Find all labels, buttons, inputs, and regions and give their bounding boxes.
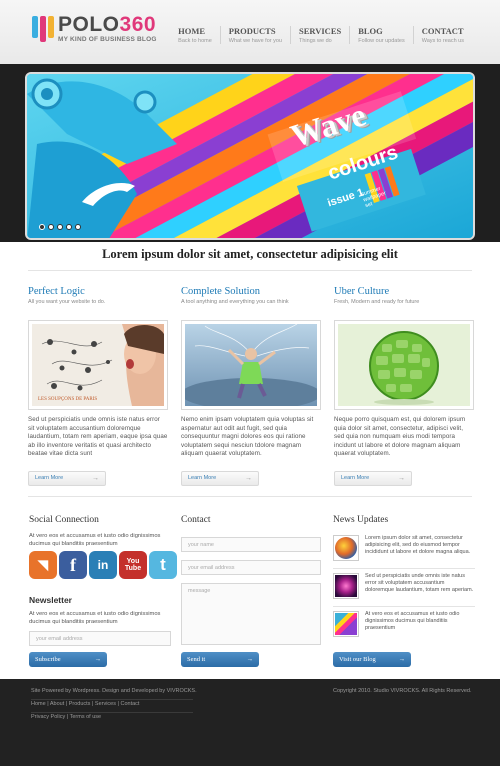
feature-subtitle: A tool anything and everything you can t…: [181, 299, 289, 305]
news-thumbnail: [333, 573, 359, 599]
feature-text: Sed ut perspiciatis unde omnis iste natu…: [28, 416, 168, 457]
visit-blog-button[interactable]: Visit our Blog →: [333, 652, 411, 667]
nav-sublabel: Back to home: [178, 38, 212, 44]
news-item[interactable]: Sed ut perspiciatis unde omnis iste natu…: [333, 573, 475, 603]
feature-subtitle: All you want your website to do.: [28, 299, 106, 305]
arrow-right-icon: →: [246, 656, 254, 663]
learn-more-button[interactable]: Learn More →: [334, 470, 412, 486]
svg-text:LES SOUPÇONS DE PARIS: LES SOUPÇONS DE PARIS: [38, 397, 97, 402]
nav-sublabel: What we have for you: [228, 38, 282, 44]
feature-text: Nemo enim ipsam voluptatem quia voluptas…: [181, 416, 314, 457]
copyright: Copyright 2010. Studio VIVROCKS. All Rig…: [333, 688, 472, 694]
facebook-icon[interactable]: f: [59, 551, 87, 579]
divider: [28, 496, 472, 497]
feature-title: Perfect Logic: [28, 286, 85, 297]
nav-sublabel: Ways to reach us: [421, 38, 464, 44]
slider-dot[interactable]: [48, 224, 54, 230]
firefox-icon: [333, 535, 359, 561]
slider-pagination: [39, 224, 81, 230]
feature-subtitle: Fresh, Modern and ready for future: [334, 299, 420, 305]
slider-dot[interactable]: [75, 224, 81, 230]
nav-label: PRODUCTS: [228, 26, 276, 36]
nav-item-home[interactable]: HOME Back to home: [170, 26, 220, 44]
arrow-right-icon: →: [398, 656, 406, 663]
feature-text: Neque porro quisquam est, qui dolorem ip…: [334, 416, 466, 457]
rss-icon[interactable]: ◥: [29, 551, 57, 579]
divider: [31, 699, 193, 700]
hero-slide-image: [27, 74, 473, 238]
nav-item-services[interactable]: SERVICES Things we do: [290, 26, 349, 44]
news-text: At vero eos et accusamus et iusto odio d…: [365, 611, 460, 631]
nav-label: HOME: [178, 26, 206, 36]
nav-item-contact[interactable]: CONTACT Ways to reach us: [412, 26, 472, 44]
news-item[interactable]: Lorem ipsum dolor sit amet, consectetur …: [333, 535, 475, 565]
footer-legal-links[interactable]: Privacy Policy | Terms of use: [31, 714, 101, 720]
nav-label: BLOG: [358, 26, 383, 36]
logo-bars-icon: [32, 16, 54, 42]
divider: [31, 712, 193, 713]
nav-sublabel: Things we do: [299, 38, 332, 44]
arrow-right-icon: →: [94, 656, 102, 663]
page-tagline: Lorem ipsum dolor sit amet, consectetur …: [102, 247, 398, 261]
arrow-right-icon: →: [398, 474, 405, 482]
twitter-icon[interactable]: t: [149, 551, 177, 579]
newsletter-email-input[interactable]: your email address: [29, 631, 171, 646]
nav-sublabel: Follow our updates: [358, 38, 405, 44]
main-nav: HOME Back to home PRODUCTS What we have …: [170, 26, 472, 44]
arrow-right-icon: →: [92, 474, 99, 482]
divider: [333, 606, 475, 607]
site-header: POLO360 MY KIND OF BUSINESS BLOG HOME Ba…: [0, 0, 500, 64]
news-thumbnail: [333, 611, 359, 637]
footer-credit: Site Powered by Wordpress. Design and De…: [31, 688, 197, 694]
feature-card: Uber Culture Fresh, Modern and ready for…: [334, 286, 474, 486]
social-heading: Social Connection: [29, 515, 99, 525]
feature-title: Uber Culture: [334, 286, 390, 297]
learn-more-button[interactable]: Learn More →: [181, 470, 259, 486]
newsletter-text: At vero eos et accusamus et iusto odio d…: [29, 611, 161, 625]
social-icons: ◥ f in You Tube t: [29, 551, 177, 579]
logo-title: POLO360: [58, 13, 157, 36]
news-text: Lorem ipsum dolor sit amet, consectetur …: [365, 535, 471, 555]
feature-card: Complete Solution A tool anything and ev…: [181, 286, 321, 486]
contact-message-input[interactable]: message: [181, 583, 321, 645]
feature-image: [334, 320, 474, 410]
arrow-right-icon: →: [245, 474, 252, 482]
feature-image: [181, 320, 321, 410]
contact-name-input[interactable]: your name: [181, 537, 321, 552]
slider-dot[interactable]: [57, 224, 63, 230]
footer-links[interactable]: Home | About | Products | Services | Con…: [31, 701, 139, 707]
subscribe-button[interactable]: Subscribe →: [29, 652, 107, 667]
learn-more-button[interactable]: Learn More →: [28, 470, 106, 486]
divider: [28, 270, 472, 271]
nav-item-products[interactable]: PRODUCTS What we have for you: [219, 26, 290, 44]
send-button[interactable]: Send it →: [181, 652, 259, 667]
feature-title: Complete Solution: [181, 286, 261, 297]
site-logo[interactable]: POLO360 MY KIND OF BUSINESS BLOG: [32, 14, 157, 50]
feature-card: Perfect Logic All you want your website …: [28, 286, 168, 486]
linkedin-icon[interactable]: in: [89, 551, 117, 579]
site-footer: Site Powered by Wordpress. Design and De…: [0, 679, 500, 766]
news-item[interactable]: At vero eos et accusamus et iusto odio d…: [333, 611, 475, 641]
divider: [333, 568, 475, 569]
logo-tagline: MY KIND OF BUSINESS BLOG: [58, 36, 157, 43]
slider-dot[interactable]: [66, 224, 72, 230]
feature-image: LES SOUPÇONS DE PARIS: [28, 320, 168, 410]
newsletter-heading: Newsletter: [29, 595, 72, 605]
nav-label: SERVICES: [299, 26, 342, 36]
nav-label: CONTACT: [421, 26, 464, 36]
youtube-icon[interactable]: You Tube: [119, 551, 147, 579]
hero-slider[interactable]: Wave colours issue 1 summer wallpaper set: [25, 72, 475, 240]
slider-dot[interactable]: [39, 224, 45, 230]
news-heading: News Updates: [333, 515, 389, 525]
contact-heading: Contact: [181, 515, 211, 525]
contact-email-input[interactable]: your email address: [181, 560, 321, 575]
nav-item-blog[interactable]: BLOG Follow our updates: [349, 26, 412, 44]
social-text: At vero eos et accusamus et iusto odio d…: [29, 533, 161, 547]
news-text: Sed ut perspiciatis unde omnis iste natu…: [365, 573, 474, 593]
